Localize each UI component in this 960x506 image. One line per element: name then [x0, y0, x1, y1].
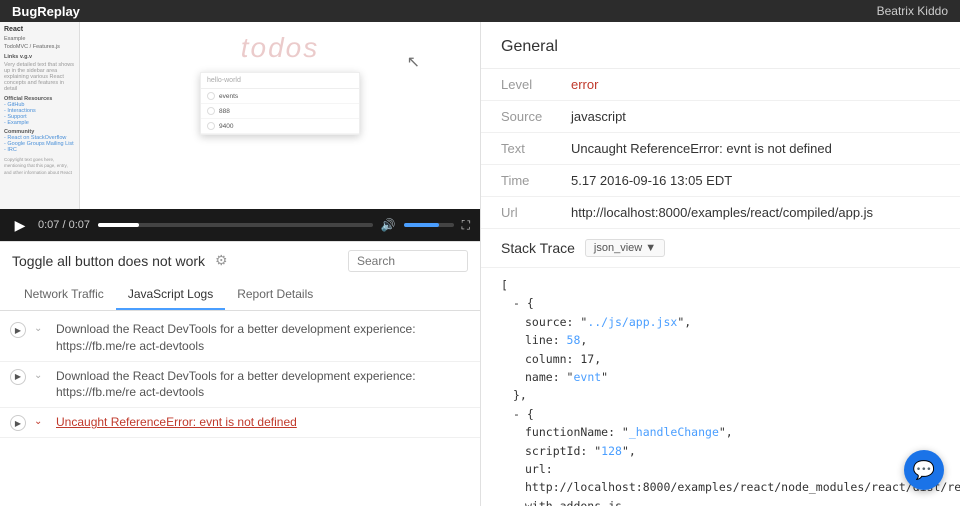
time-label: Time	[481, 165, 561, 196]
log-text: Download the React DevTools for a better…	[56, 321, 470, 355]
sim-sidebar-title: React	[4, 26, 75, 33]
url-label: Url	[481, 197, 561, 228]
video-content: React Example TodoMVC / Features.js Link…	[0, 22, 480, 209]
stack-trace-header: Stack Trace json_view ▼	[481, 229, 960, 268]
log-play-button[interactable]: ▶	[10, 322, 26, 338]
sim-todo-item: 888	[201, 104, 359, 119]
info-table: Level error Source javascript Text Uncau…	[481, 69, 960, 229]
fullscreen-button[interactable]: ⛶	[462, 218, 470, 233]
stack-body: [ - { source: "../js/app.jsx", line: 58,…	[481, 268, 960, 506]
right-panel: General Level error Source javascript Te…	[480, 22, 960, 506]
sim-todo-item: events	[201, 89, 359, 104]
app-logo: BugReplay	[12, 4, 80, 19]
play-button[interactable]: ▶	[10, 215, 30, 235]
error-icon: ⌄	[34, 416, 48, 430]
source-value: javascript	[561, 101, 960, 132]
text-value: Uncaught ReferenceError: evnt is not def…	[561, 133, 960, 164]
gear-icon[interactable]: ⚙	[215, 252, 228, 269]
tab-report-details[interactable]: Report Details	[225, 279, 325, 310]
info-row-text: Text Uncaught ReferenceError: evnt is no…	[481, 133, 960, 165]
stack-trace-title: Stack Trace	[501, 240, 575, 256]
tabs-bar: Network Traffic JavaScript Logs Report D…	[0, 279, 480, 311]
main-layout: React Example TodoMVC / Features.js Link…	[0, 22, 960, 506]
log-text: Download the React DevTools for a better…	[56, 368, 470, 402]
network-icon: ⌄	[34, 370, 48, 384]
script-id-link[interactable]: 128	[601, 444, 622, 458]
source-link[interactable]: ../js/app.jsx	[587, 315, 677, 329]
network-icon: ⌄	[34, 323, 48, 337]
function-name-link[interactable]: _handleChange	[629, 425, 719, 439]
url-value: http://localhost:8000/examples/react/com…	[561, 197, 960, 228]
sim-todo-item: 9400	[201, 119, 359, 134]
log-item[interactable]: ▶ ⌄ Download the React DevTools for a be…	[0, 315, 480, 362]
user-name: Beatrix Kiddo	[877, 4, 948, 18]
sim-todo-box: hello-world events 888 9400	[200, 72, 360, 135]
volume-icon[interactable]: 🔊	[381, 218, 396, 232]
stack-bracket-open: [	[501, 276, 940, 294]
sim-main: todos hello-world events 888	[80, 22, 480, 209]
volume-fill	[404, 223, 439, 227]
left-panel: React Example TodoMVC / Features.js Link…	[0, 22, 480, 506]
progress-bar[interactable]	[98, 223, 373, 227]
tab-network-traffic[interactable]: Network Traffic	[12, 279, 116, 310]
bug-title-bar: Toggle all button does not work ⚙	[0, 241, 480, 279]
log-text-error: Uncaught ReferenceError: evnt is not def…	[56, 414, 470, 431]
chat-bubble[interactable]: 💬	[904, 450, 944, 490]
search-input[interactable]	[348, 250, 468, 272]
section-title: General	[481, 22, 960, 69]
log-area: ▶ ⌄ Download the React DevTools for a be…	[0, 311, 480, 506]
level-label: Level	[481, 69, 561, 100]
video-area: React Example TodoMVC / Features.js Link…	[0, 22, 480, 209]
volume-bar[interactable]	[404, 223, 454, 227]
line-link[interactable]: 58	[567, 333, 581, 347]
time-display: 0:07 / 0:07	[38, 219, 90, 231]
stack-entry-2: - { functionName: "_handleChange", scrip…	[501, 405, 940, 506]
tab-javascript-logs[interactable]: JavaScript Logs	[116, 279, 225, 310]
topbar: BugReplay Beatrix Kiddo	[0, 0, 960, 22]
video-controls: ▶ 0:07 / 0:07 🔊 ⛶	[0, 209, 480, 241]
info-row-url: Url http://localhost:8000/examples/react…	[481, 197, 960, 229]
log-item-error[interactable]: ▶ ⌄ Uncaught ReferenceError: evnt is not…	[0, 408, 480, 438]
text-label: Text	[481, 133, 561, 164]
sim-sidebar: React Example TodoMVC / Features.js Link…	[0, 22, 80, 209]
log-item[interactable]: ▶ ⌄ Download the React DevTools for a be…	[0, 362, 480, 409]
log-play-button[interactable]: ▶	[10, 369, 26, 385]
bug-title: Toggle all button does not work	[12, 253, 205, 269]
progress-fill	[98, 223, 139, 227]
log-play-button[interactable]: ▶	[10, 415, 26, 431]
sim-todo-input: hello-world	[201, 73, 359, 89]
stack-entry-1: - { source: "../js/app.jsx", line: 58, c…	[501, 294, 940, 404]
json-view-button[interactable]: json_view ▼	[585, 239, 665, 257]
info-row-level: Level error	[481, 69, 960, 101]
info-row-time: Time 5.17 2016-09-16 13:05 EDT	[481, 165, 960, 197]
info-row-source: Source javascript	[481, 101, 960, 133]
sim-todos-title: todos	[241, 32, 320, 64]
time-value: 5.17 2016-09-16 13:05 EDT	[561, 165, 960, 196]
source-label: Source	[481, 101, 561, 132]
name-link[interactable]: evnt	[573, 370, 601, 384]
level-value: error	[561, 69, 960, 100]
